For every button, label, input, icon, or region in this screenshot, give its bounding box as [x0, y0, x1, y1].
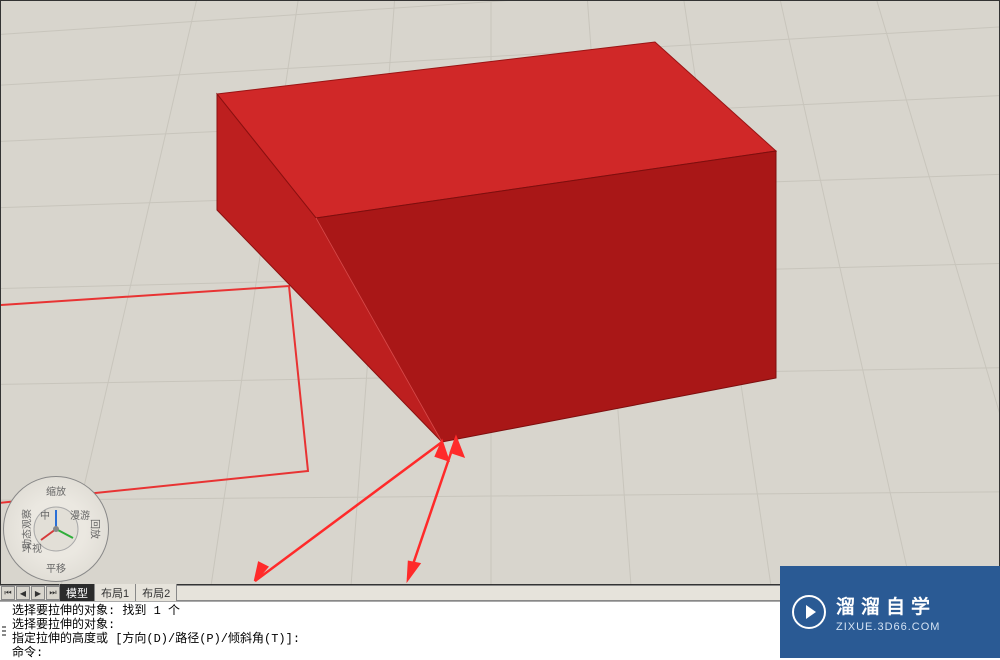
- tab-nav-last[interactable]: ⏭: [46, 586, 60, 600]
- red-box-final[interactable]: [1, 1, 1000, 585]
- navwheel-pan[interactable]: 平移: [46, 560, 66, 575]
- viewport-3d[interactable]: 缩放 平移 动态观察 回放 中 环视 漫游: [0, 0, 1000, 585]
- panel-resize-handle[interactable]: [2, 602, 6, 659]
- tab-nav-prev[interactable]: ◀: [16, 586, 30, 600]
- watermark-badge: 溜溜自学 ZIXUE.3D66.COM: [780, 566, 1000, 658]
- tab-nav-next[interactable]: ▶: [31, 586, 45, 600]
- watermark-url: ZIXUE.3D66.COM: [836, 621, 940, 633]
- navwheel-inner-0[interactable]: 中: [40, 507, 50, 522]
- navwheel-rewind[interactable]: 回放: [89, 519, 104, 539]
- watermark-title: 溜溜自学: [836, 592, 940, 619]
- navigation-wheel[interactable]: 缩放 平移 动态观察 回放 中 环视 漫游: [3, 476, 109, 582]
- navwheel-zoom[interactable]: 缩放: [46, 483, 66, 498]
- navwheel-inner-2[interactable]: 漫游: [70, 507, 90, 522]
- tab-nav-first[interactable]: ⏮: [1, 586, 15, 600]
- tab-layout2[interactable]: 布局2: [135, 584, 177, 602]
- play-icon: [792, 595, 826, 629]
- tab-model[interactable]: 模型: [59, 584, 95, 602]
- tab-layout1[interactable]: 布局1: [94, 584, 136, 602]
- navwheel-inner-1[interactable]: 环视: [22, 540, 42, 555]
